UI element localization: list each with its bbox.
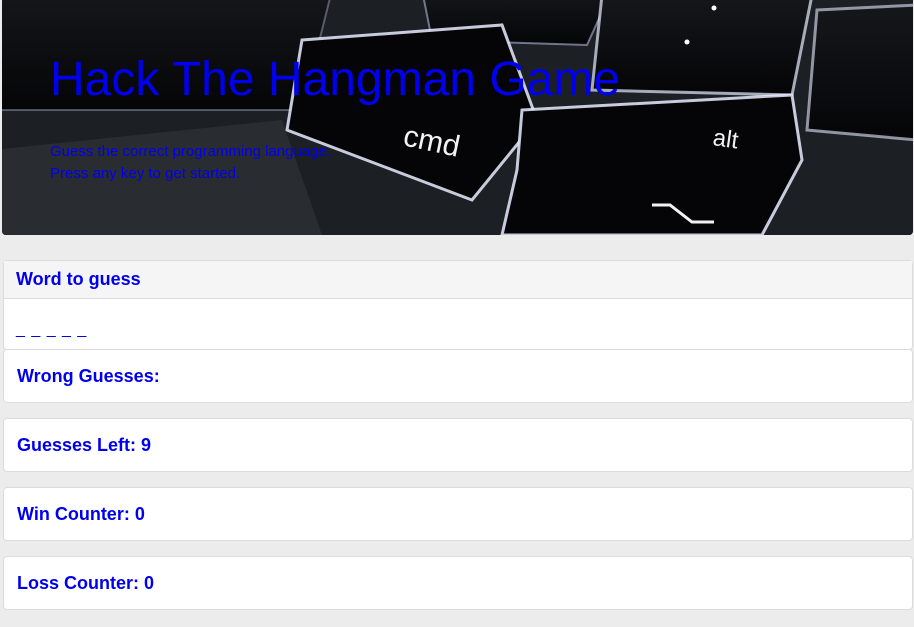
word-panel: Word to guess _ _ _ _ _ [3, 260, 913, 350]
page-title: Hack The Hangman Game [50, 53, 621, 106]
loss-counter-label: Loss Counter: 0 [17, 573, 155, 593]
subtitle-line-1: Guess the correct programming language. [50, 143, 331, 160]
loss-counter-panel: Loss Counter: 0 [3, 556, 913, 610]
win-counter-label: Win Counter: 0 [17, 504, 145, 524]
wrong-guesses-label: Wrong Guesses: [17, 366, 160, 386]
page-subtitle: Guess the correct programming language. … [50, 141, 331, 185]
alt-key [500, 93, 804, 235]
key-top-right [590, 0, 813, 97]
alt-key-label: alt [711, 124, 740, 154]
guesses-left-panel: Guesses Left: 9 [3, 418, 913, 472]
guesses-left-label: Guesses Left: 9 [17, 435, 152, 455]
hero-banner: cmd alt Hack The Hangman Game Guess the … [2, 0, 913, 235]
key-dot [711, 5, 717, 11]
key-dot [684, 39, 690, 45]
keyboard-background-image: cmd alt [2, 0, 913, 235]
wrong-guesses-panel: Wrong Guesses: [3, 349, 913, 403]
key-far-right [805, 3, 913, 142]
word-blanks: _ _ _ _ _ [16, 321, 88, 338]
word-panel-heading: Word to guess [4, 261, 912, 299]
subtitle-line-2: Press any key to get started. [50, 165, 241, 182]
win-counter-panel: Win Counter: 0 [3, 487, 913, 541]
